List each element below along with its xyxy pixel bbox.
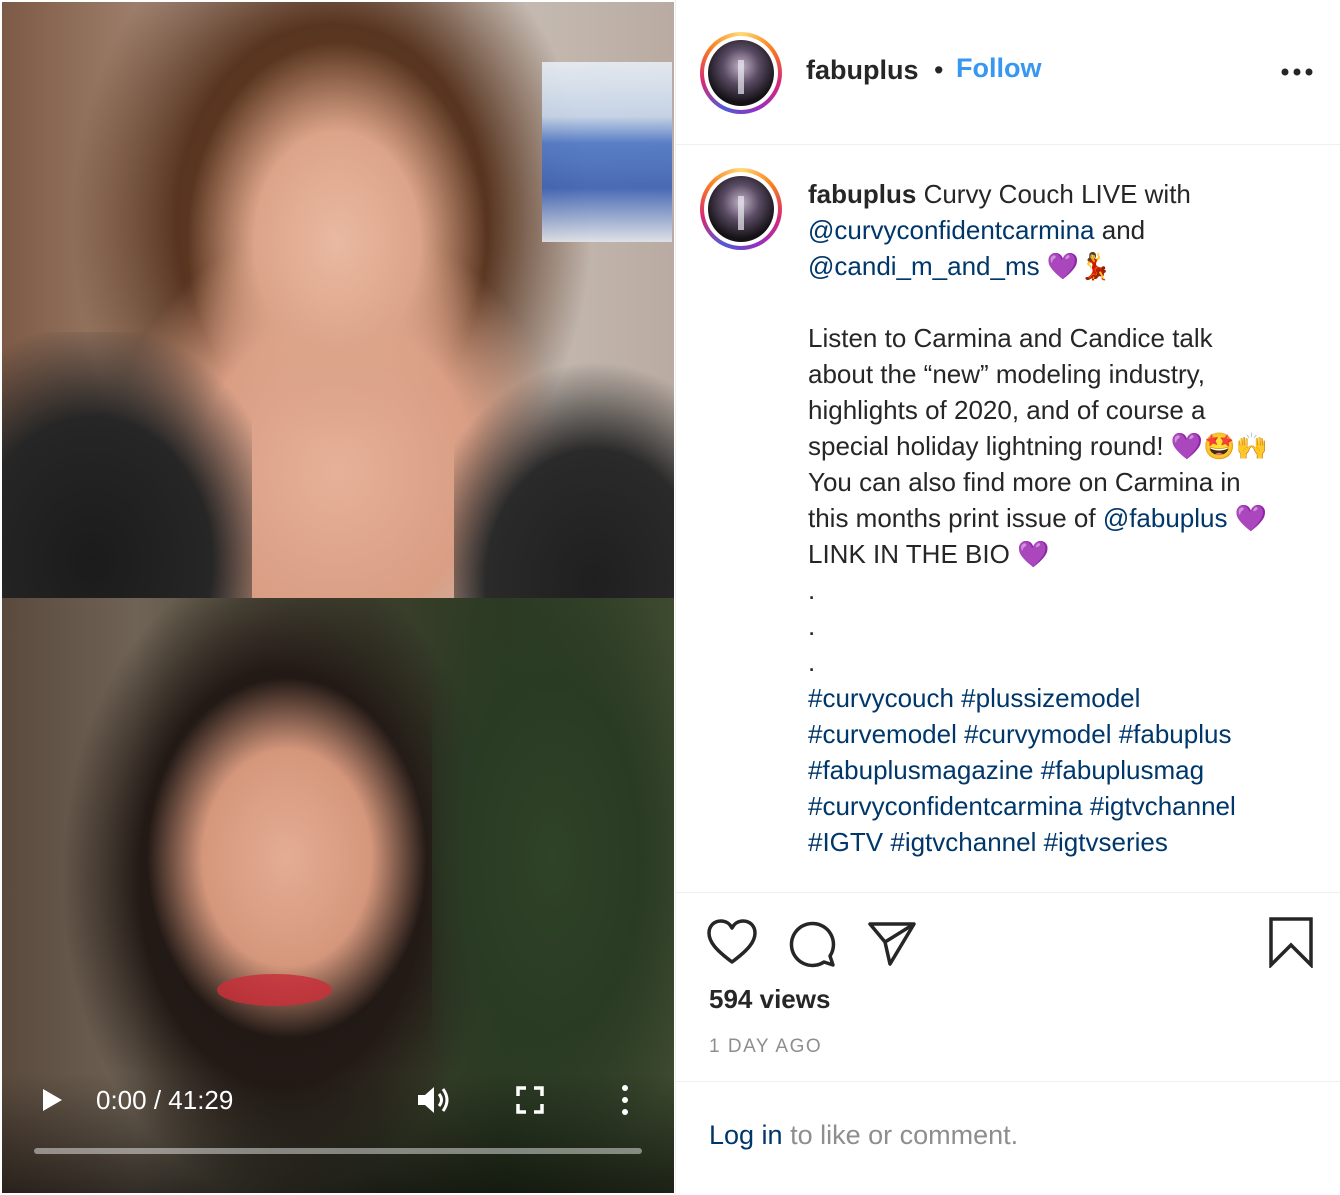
caption-line: special holiday lightning round! 💜🤩🙌 <box>808 431 1268 461</box>
login-prompt-text: to like or comment. <box>782 1120 1019 1150</box>
hashtag-line[interactable]: #fabuplusmagazine #fabuplusmag <box>808 752 1318 788</box>
fur-coat-left <box>2 332 252 598</box>
header-separator: • <box>934 55 944 85</box>
bookmark-icon[interactable] <box>1268 916 1314 968</box>
more-horizontal-icon[interactable] <box>1280 62 1314 82</box>
caption-line: about the “new” modeling industry, <box>808 359 1205 389</box>
caption-emoji: 💜💃 <box>1039 251 1112 281</box>
video-time: 0:00 / 41:29 <box>96 1085 234 1115</box>
duration: 41:29 <box>168 1085 234 1115</box>
play-icon[interactable] <box>40 1088 64 1112</box>
follow-button[interactable]: Follow <box>956 53 1041 84</box>
hashtag-line[interactable]: #IGTV #igtvchannel #igtvseries <box>808 824 1318 860</box>
mention-link[interactable]: @fabuplus <box>1103 503 1228 533</box>
post-header: fabuplus • Follow <box>676 0 1340 145</box>
current-time: 0:00 <box>96 1085 147 1115</box>
caption-line: You can also find more on Carmina in <box>808 467 1241 497</box>
hashtag-line[interactable]: #curvyconfidentcarmina #igtvchannel <box>808 788 1318 824</box>
view-count[interactable]: 594 views <box>709 984 830 1015</box>
caption-line: LINK IN THE BIO 💜 <box>808 539 1050 569</box>
caption-text: Curvy Couch LIVE with <box>916 179 1191 209</box>
video-player[interactable] <box>2 2 674 1193</box>
heart-icon[interactable] <box>706 918 758 968</box>
hashtag-line[interactable]: #curvemodel #curvymodel #fabuplus <box>808 716 1318 752</box>
mention-link[interactable]: @curvyconfidentcarmina <box>808 215 1095 245</box>
caption-dot: . <box>808 611 816 641</box>
fullscreen-icon[interactable] <box>516 1086 544 1114</box>
login-prompt: Log in to like or comment. <box>709 1120 1018 1151</box>
divider <box>676 1081 1340 1082</box>
caption-dot: . <box>808 647 816 677</box>
video-frame-top-participant <box>2 2 674 598</box>
post-timestamp[interactable]: 1 DAY AGO <box>709 1036 822 1058</box>
background-poster <box>542 62 672 242</box>
comment-icon[interactable] <box>786 918 838 968</box>
post-caption: fabuplus Curvy Couch LIVE with @curvycon… <box>808 176 1318 860</box>
more-vertical-icon[interactable] <box>617 1084 633 1116</box>
share-icon[interactable] <box>866 918 918 968</box>
fur-coat-right <box>454 362 674 598</box>
divider <box>676 892 1340 893</box>
mention-link[interactable]: @candi_m_and_ms <box>808 251 1040 281</box>
caption-avatar[interactable] <box>700 168 782 250</box>
volume-icon[interactable] <box>416 1084 452 1116</box>
face-detail <box>217 974 332 1006</box>
header-username[interactable]: fabuplus <box>806 55 919 86</box>
caption-text: this months print issue of <box>808 503 1103 533</box>
caption-username[interactable]: fabuplus <box>808 179 916 209</box>
hashtag-line[interactable]: #curvycouch #plussizemodel <box>808 680 1318 716</box>
caption-dot: . <box>808 575 816 605</box>
caption-text: and <box>1094 215 1146 245</box>
caption-line: highlights of 2020, and of course a <box>808 395 1206 425</box>
caption-line: Listen to Carmina and Candice talk <box>808 323 1213 353</box>
avatar[interactable] <box>700 32 782 114</box>
login-link[interactable]: Log in <box>709 1120 783 1150</box>
caption-emoji: 💜 <box>1227 503 1268 533</box>
post-panel: fabuplus • Follow fabuplus Curvy Couch L… <box>675 0 1340 1195</box>
video-progress-bar[interactable] <box>34 1148 642 1154</box>
